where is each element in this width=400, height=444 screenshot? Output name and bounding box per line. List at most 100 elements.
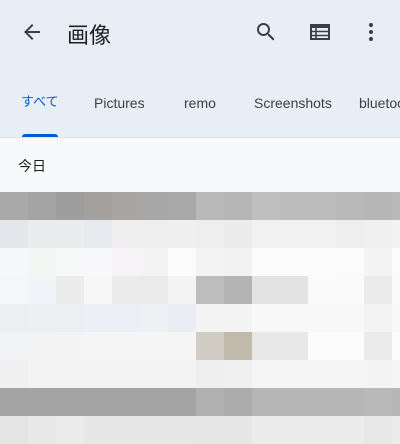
thumbnail-pixel — [112, 416, 140, 444]
thumbnail-pixel — [28, 192, 56, 220]
thumbnail-pixel — [196, 304, 224, 332]
thumbnail-pixel — [364, 332, 392, 360]
thumbnail-pixel — [392, 220, 400, 248]
thumbnail-pixel — [28, 276, 56, 304]
thumbnail-pixel — [168, 192, 196, 220]
thumbnail-pixel — [392, 416, 400, 444]
section-header-today: 今日 — [18, 159, 46, 175]
thumbnail-pixel — [336, 416, 364, 444]
thumbnail-pixel — [196, 332, 224, 360]
thumbnail-pixel — [336, 248, 364, 276]
thumbnail-pixel — [196, 248, 224, 276]
thumbnail-pixel — [392, 388, 400, 416]
thumbnail-pixel — [196, 360, 224, 388]
thumbnail-pixel — [364, 360, 392, 388]
back-button[interactable] — [8, 8, 56, 56]
thumbnail-pixel — [364, 220, 392, 248]
thumbnail-pixel — [364, 192, 392, 220]
view-toggle-button[interactable] — [296, 8, 344, 56]
thumbnail-pixel — [392, 332, 400, 360]
thumbnail-pixel — [84, 332, 112, 360]
thumbnail-pixel — [364, 276, 392, 304]
thumbnail-pixel — [224, 220, 252, 248]
thumbnail-pixel — [224, 360, 252, 388]
thumbnail-pixel — [84, 360, 112, 388]
thumbnail-pixel — [196, 220, 224, 248]
thumbnail-pixel — [56, 192, 84, 220]
thumbnail-pixel — [112, 220, 140, 248]
thumbnail-pixel — [28, 304, 56, 332]
thumbnail-pixel — [308, 276, 336, 304]
thumbnail-pixel — [280, 220, 308, 248]
thumbnail-pixel — [252, 360, 280, 388]
thumbnail-pixel — [84, 192, 112, 220]
thumbnail-pixel — [308, 248, 336, 276]
thumbnail-pixel — [364, 388, 392, 416]
thumbnail-pixel — [224, 388, 252, 416]
thumbnail-pixel — [0, 276, 28, 304]
tab-pictures[interactable]: Pictures — [94, 84, 145, 138]
thumbnail-pixel — [0, 360, 28, 388]
search-button[interactable] — [242, 8, 290, 56]
thumbnail-pixel — [0, 248, 28, 276]
thumbnail-pixel — [308, 304, 336, 332]
folder-tabs: すべて Pictures remo Screenshots bluetooth — [0, 84, 400, 138]
more-options-button[interactable] — [347, 8, 395, 56]
tab-all[interactable]: すべて — [21, 84, 59, 138]
thumbnail-pixel — [0, 416, 28, 444]
thumbnail-pixel — [140, 332, 168, 360]
thumbnail-pixel — [56, 276, 84, 304]
thumbnail-pixel — [364, 304, 392, 332]
thumbnail-pixel — [308, 416, 336, 444]
thumbnail-pixel — [196, 388, 224, 416]
thumbnail-pixel — [280, 360, 308, 388]
thumbnail-pixel — [168, 304, 196, 332]
thumbnail-pixel — [224, 332, 252, 360]
thumbnail-pixel — [196, 416, 224, 444]
tab-screenshots[interactable]: Screenshots — [254, 84, 332, 138]
thumbnail-pixel — [112, 304, 140, 332]
thumbnail-pixel — [224, 304, 252, 332]
thumbnail-pixel — [308, 360, 336, 388]
more-vert-icon — [369, 23, 373, 41]
thumbnail-pixel — [140, 304, 168, 332]
image-grid[interactable] — [0, 192, 400, 444]
thumbnail-pixel — [56, 388, 84, 416]
thumbnail-pixel — [84, 248, 112, 276]
thumbnail-pixel — [196, 192, 224, 220]
thumbnail-pixel — [84, 416, 112, 444]
thumbnail-pixel — [252, 332, 280, 360]
thumbnail-pixel — [224, 276, 252, 304]
thumbnail-pixel — [392, 304, 400, 332]
thumbnail-pixel — [28, 388, 56, 416]
search-icon — [257, 23, 275, 41]
thumbnail-pixel — [0, 304, 28, 332]
thumbnail-pixel — [112, 248, 140, 276]
thumbnail-pixel — [252, 388, 280, 416]
tab-remo[interactable]: remo — [184, 84, 216, 138]
thumbnail-pixel — [308, 192, 336, 220]
thumbnail-pixel — [168, 388, 196, 416]
thumbnail-pixel — [308, 332, 336, 360]
thumbnail-pixel — [84, 304, 112, 332]
thumbnail-pixel — [224, 416, 252, 444]
thumbnail-pixel — [168, 360, 196, 388]
thumbnail-pixel — [336, 220, 364, 248]
thumbnail-pixel — [56, 248, 84, 276]
thumbnail-pixel — [28, 416, 56, 444]
thumbnail-pixel — [392, 276, 400, 304]
thumbnail-pixel — [168, 416, 196, 444]
tab-bluetooth[interactable]: bluetooth — [359, 84, 400, 138]
thumbnail-pixel — [140, 276, 168, 304]
arrow-back-icon — [24, 24, 40, 40]
thumbnail-pixel — [252, 248, 280, 276]
thumbnail-pixel — [336, 304, 364, 332]
thumbnail-pixel — [252, 276, 280, 304]
thumbnail-pixel — [28, 360, 56, 388]
thumbnail-pixel — [308, 220, 336, 248]
list-view-icon — [310, 24, 330, 40]
thumbnail-pixel — [112, 360, 140, 388]
toolbar: 画像 — [0, 0, 400, 64]
thumbnail-pixel — [168, 220, 196, 248]
thumbnail-pixel — [56, 220, 84, 248]
